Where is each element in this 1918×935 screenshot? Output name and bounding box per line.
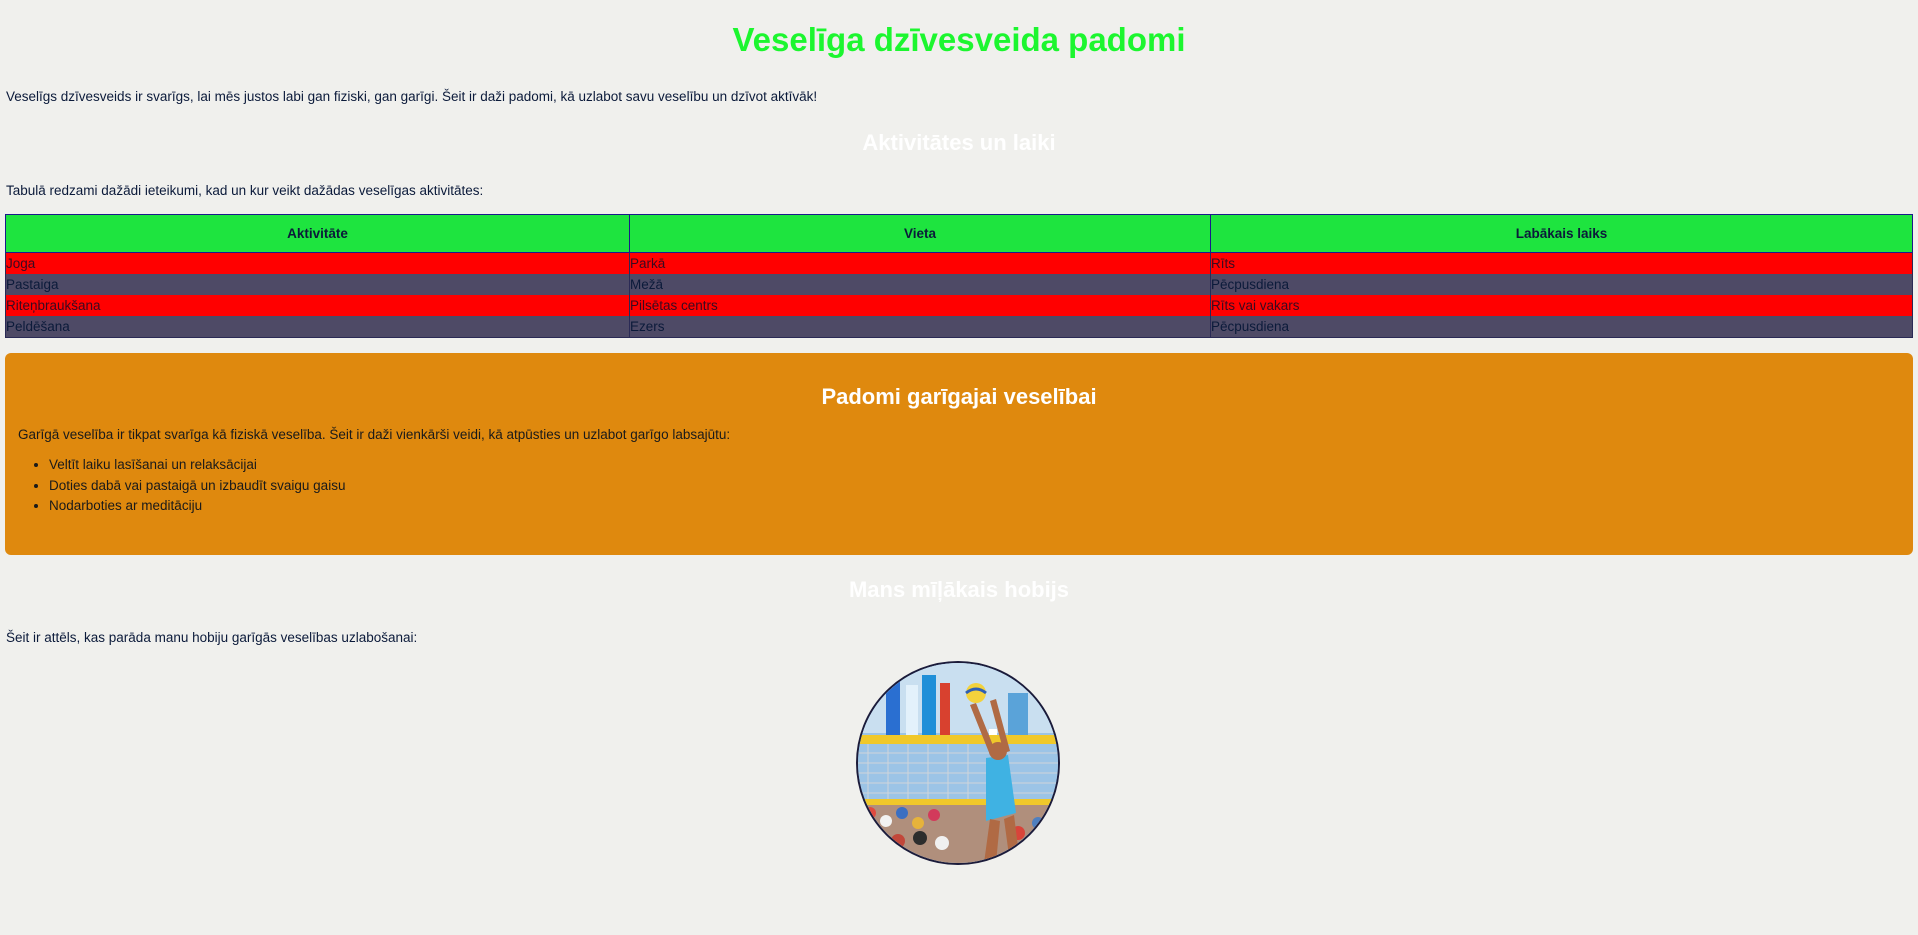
activities-intro: Tabulā redzami dažādi ieteikumi, kad un … xyxy=(6,183,484,198)
mental-health-list: Veltīt laiku lasīšanai un relaksācijai D… xyxy=(18,455,1900,517)
table-cell: Riteņbraukšana xyxy=(5,295,630,316)
table-cell: Peldēšana xyxy=(5,316,630,338)
hobby-image xyxy=(856,661,1060,865)
table-row: Joga Parkā Rīts xyxy=(5,252,1913,274)
activities-table: Aktivitāte Vieta Labākais laiks Joga Par… xyxy=(5,214,1913,338)
hobby-intro: Šeit ir attēls, kas parāda manu hobiju g… xyxy=(6,630,418,645)
table-row: Pastaiga Mežā Pēcpusdiena xyxy=(5,274,1913,295)
mental-health-box: Padomi garīgajai veselībai Garīgā veselī… xyxy=(5,353,1913,555)
hobby-heading: Mans mīļākais hobijs xyxy=(848,577,1070,602)
intro-text: Veselīgs dzīvesveids ir svarīgs, lai mēs… xyxy=(6,89,818,104)
column-header-place: Vieta xyxy=(629,214,1211,253)
table-row: Peldēšana Ezers Pēcpusdiena xyxy=(5,316,1913,338)
table-header-row: Aktivitāte Vieta Labākais laiks xyxy=(5,214,1913,253)
activities-heading: Aktivitātes un laiki xyxy=(862,130,1056,155)
table-cell: Pastaiga xyxy=(5,274,630,295)
list-item: Doties dabā vai pastaigā un izbaudīt sva… xyxy=(49,476,1900,497)
table-cell: Rīts xyxy=(1210,252,1913,274)
table-row: Riteņbraukšana Pilsētas centrs Rīts vai … xyxy=(5,295,1913,316)
table-cell: Rīts vai vakars xyxy=(1210,295,1913,316)
table-cell: Pilsētas centrs xyxy=(629,295,1211,316)
column-header-best-time: Labākais laiks xyxy=(1210,214,1913,253)
page: Veselīga dzīvesveida padomi Veselīgs dzī… xyxy=(0,0,1918,865)
volleyball-player-photo xyxy=(858,663,1058,863)
table-cell: Pēcpusdiena xyxy=(1210,316,1913,338)
list-item: Nodarboties ar meditāciju xyxy=(49,496,1900,517)
column-header-activity: Aktivitāte xyxy=(5,214,630,253)
table-cell: Ezers xyxy=(629,316,1211,338)
mental-health-heading: Padomi garīgajai veselībai xyxy=(821,384,1097,409)
table-cell: Parkā xyxy=(629,252,1211,274)
table-cell: Mežā xyxy=(629,274,1211,295)
mental-health-text: Garīgā veselība ir tikpat svarīga kā fiz… xyxy=(18,427,731,442)
table-cell: Pēcpusdiena xyxy=(1210,274,1913,295)
page-title: Veselīga dzīvesveida padomi xyxy=(732,21,1186,58)
table-cell: Joga xyxy=(5,252,630,274)
list-item: Veltīt laiku lasīšanai un relaksācijai xyxy=(49,455,1900,476)
